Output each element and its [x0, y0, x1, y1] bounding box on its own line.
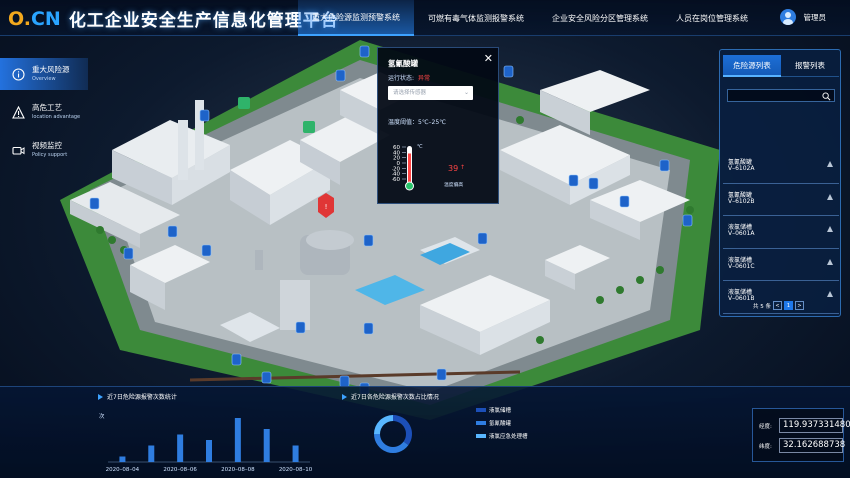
tab-major-hazard[interactable]: 重大危险源监测预警系统	[298, 0, 414, 36]
sensor-select[interactable]: 请选择传感器 ⌄	[388, 86, 473, 100]
menu-label: 视频监控	[32, 141, 62, 150]
popup-title: 氢氰酸罐	[388, 59, 418, 68]
legend-item: 液氯储槽	[476, 406, 511, 414]
warning-triangle-icon	[827, 226, 833, 232]
user-avatar-icon	[779, 9, 796, 25]
hazard-detail-popup: 氢氰酸罐 ✕ 运行状态: 异常 请选择传感器 ⌄ 温度阈值：5℃–25℃ ℃ 60 40…	[377, 47, 499, 204]
latitude-label: 纬度:	[759, 443, 772, 450]
x-tick-label: 2020–08–06	[163, 467, 197, 473]
temperature-value: 39	[448, 164, 459, 173]
menu-sublabel: Overview	[32, 76, 56, 82]
bar	[263, 429, 270, 462]
tab-gas-alarm[interactable]: 可燃有毒气体监测报警系统	[414, 0, 538, 36]
pie-slice	[374, 415, 393, 434]
arrow-up-icon: ↑	[460, 164, 466, 171]
menu-item-overview[interactable]: 重大风险源 Overview	[0, 58, 88, 90]
temperature-threshold: 温度阈值：5℃–25℃	[388, 119, 446, 126]
svg-text:!: !	[325, 203, 328, 211]
thermometer-gauge: ℃6040200-20-40-60	[392, 144, 423, 191]
coordinates-box: 经度: 119.937331480 纬度: 32.162688738	[752, 408, 850, 462]
y-axis-label: 次	[99, 412, 105, 420]
unit-label: ℃	[417, 144, 423, 150]
status-abnormal: 异常	[418, 75, 431, 82]
x-tick-label: 2020–08–08	[221, 467, 255, 473]
list-item[interactable]: 氢氰酸罐 V–6102A	[723, 151, 839, 184]
menu-label: 高危工艺	[32, 103, 62, 112]
main-nav: 重大危险源监测预警系统 可燃有毒气体监测报警系统 企业安全风险分区管理系统 人员…	[298, 0, 762, 36]
latitude-value: 32.162688738	[779, 438, 845, 453]
tab-personnel[interactable]: 人员在岗位管理系统	[662, 0, 762, 36]
menu-item-high-risk-process[interactable]: 高危工艺 location advantage	[0, 96, 88, 128]
list-item[interactable]: 液氯储槽 V–0601C	[723, 249, 839, 281]
temperature-status-label: 温度偏高	[444, 183, 464, 188]
longitude-value: 119.937331480	[779, 418, 850, 433]
popup-status: 运行状态: 异常	[388, 75, 431, 82]
user-menu[interactable]: 管理员	[779, 9, 827, 25]
user-name: 管理员	[803, 12, 827, 22]
warning-triangle-icon	[827, 161, 833, 167]
search-input[interactable]	[728, 98, 818, 110]
video-camera-icon	[11, 143, 25, 157]
warning-triangle-icon	[827, 193, 833, 200]
bar	[234, 418, 241, 462]
x-tick-label: 2020–08–04	[106, 467, 140, 473]
hazard-list: 氢氰酸罐 V–6102A 氢氰酸罐 V–6102B 液氯储槽 V–0601A 液氯储槽…	[723, 151, 839, 314]
warning-triangle-icon	[827, 291, 833, 297]
longitude-row: 经度: 119.937331480	[759, 418, 850, 433]
next-page-button[interactable]: >	[795, 301, 804, 310]
logo: O.CN 化工企业安全生产信息化管理平台	[8, 6, 339, 32]
logo-mark: O.CN	[8, 7, 61, 30]
tab-risk-zoning[interactable]: 企业安全风险分区管理系统	[538, 0, 662, 36]
left-menu: 重大风险源 Overview 高危工艺 location advantage 视频监…	[0, 58, 88, 172]
app-root: ! O.CN 化工企业安全生产信息化管理平台 重大危险源监测预警系统 可燃有毒气…	[0, 0, 850, 478]
bar	[206, 440, 212, 462]
chevron-down-icon: ⌄	[463, 89, 469, 96]
search-icon[interactable]	[822, 92, 831, 101]
legend-item: 液氯应急处理槽	[476, 432, 528, 440]
prev-page-button[interactable]: <	[773, 301, 782, 310]
tab-hazard-list[interactable]: 危险源列表	[723, 55, 781, 77]
bar	[292, 445, 299, 462]
close-icon[interactable]: ✕	[484, 52, 493, 65]
tab-alarm-list[interactable]: 报警列表	[781, 55, 839, 77]
scale-tick-label: -60	[392, 177, 400, 183]
menu-sublabel: Policy support	[32, 152, 68, 158]
warning-triangle-icon	[827, 258, 833, 265]
panel-tabs: 危险源列表 报警列表	[723, 55, 839, 77]
menu-item-video[interactable]: 视频监控 Policy support	[0, 134, 88, 166]
list-item[interactable]: 液氯储槽 V–0601A	[723, 216, 839, 249]
info-icon	[11, 67, 25, 81]
page-button[interactable]: 1	[784, 301, 793, 310]
bar	[177, 434, 184, 462]
bottom-stats-panel: 近7日危险源报警次数统计 次 2020–08–04 2020–08–06 2020–0…	[0, 386, 850, 478]
longitude-label: 经度:	[759, 423, 772, 430]
legend-item: 氢氰酸罐	[476, 419, 511, 427]
menu-label: 重大风险源	[32, 65, 70, 74]
latitude-row: 纬度: 32.162688738	[759, 438, 845, 453]
warning-icon	[11, 105, 25, 119]
search-box	[727, 89, 835, 110]
list-item[interactable]: 氢氰酸罐 V–6102B	[723, 184, 839, 216]
thermometer-bulb	[406, 182, 413, 190]
bar	[119, 456, 126, 462]
hazard-list-panel: 危险源列表 报警列表 氢氰酸罐 V–6102A 氢氰酸罐 V–6102B 液氯储槽 V…	[719, 49, 841, 317]
pie-slice	[393, 415, 412, 446]
x-tick-label: 2020–08–10	[279, 467, 313, 473]
bar	[148, 445, 155, 462]
alarm-share-donut-chart	[374, 415, 412, 453]
pagination: 共 5 条 < 1 >	[753, 301, 804, 310]
alarm-count-bar-chart: 次 2020–08–04 2020–08–06 2020–08–08 2020–08–1…	[99, 412, 313, 473]
pagination-total: 共 5 条	[753, 303, 771, 310]
thermometer-fill	[408, 153, 411, 185]
menu-sublabel: location advantage	[32, 114, 81, 120]
pie-chart-title: 近7日各危险源报警次数占比情况	[342, 392, 439, 401]
pie-slice	[374, 434, 409, 453]
top-bar: O.CN 化工企业安全生产信息化管理平台 重大危险源监测预警系统 可燃有毒气体监…	[0, 0, 850, 36]
